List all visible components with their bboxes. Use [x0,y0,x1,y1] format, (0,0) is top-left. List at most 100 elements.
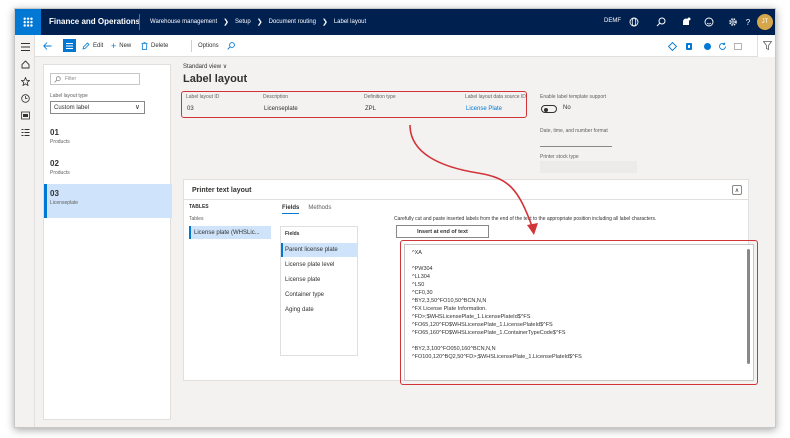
tab-methods[interactable]: Methods [308,205,331,214]
field-item[interactable]: Parent license plate [281,243,357,257]
new-button[interactable]: + New [111,40,131,52]
search-icon[interactable] [655,16,667,28]
company-picker[interactable]: DEMF [604,18,621,24]
pencil-icon [82,42,90,50]
refresh-icon[interactable] [718,40,727,52]
layout-type-value: Custom label [54,104,90,111]
action-bar: Edit + New Delete Options [35,35,775,57]
page-title: Label layout [183,73,248,85]
tab-fields[interactable]: Fields [282,205,300,214]
new-label: New [119,43,132,49]
office-icon[interactable] [685,40,693,52]
list-item[interactable]: 01 Products [44,123,172,153]
app-title[interactable]: Finance and Operations [49,17,140,26]
delete-button[interactable]: Delete [141,40,168,52]
list-item[interactable]: 02 Products [44,154,172,184]
search-icon[interactable] [227,40,235,52]
datasource-link[interactable]: License Plate [464,103,524,114]
modules-icon[interactable] [19,126,31,138]
delete-label: Delete [151,43,169,49]
layout-id-field[interactable]: 03 [185,103,245,114]
help-icon[interactable]: ? [742,16,754,28]
field-item[interactable]: Container type [281,288,357,302]
funnel-icon [763,41,772,50]
record-list-pane: Filter Label layout type Custom label ∨ … [43,64,172,420]
home-icon[interactable] [19,58,31,70]
fields-methods-tabs: Fields Methods [282,205,331,214]
actionbar-divider [191,40,192,52]
field-item[interactable]: License plate level [281,258,357,272]
tables-column-header[interactable]: Tables [189,216,271,222]
definition-type-label: Definition type [364,94,396,100]
edit-button[interactable]: Edit [82,40,103,52]
app-launcher-button[interactable] [15,9,41,35]
office-link-icon[interactable] [668,40,677,52]
breadcrumb-item[interactable]: Setup [235,19,251,25]
description-field[interactable]: Licenseplate [262,103,350,114]
globe-icon[interactable] [628,16,640,28]
filter-placeholder: Filter [65,76,77,82]
top-bar: Finance and Operations Warehouse managem… [15,9,775,35]
fields-header: Fields [285,231,300,237]
layout-type-select[interactable]: Custom label ∨ [50,101,145,114]
insert-at-end-button[interactable]: Insert at end of text [396,225,489,238]
list-item-desc: Products [50,139,70,145]
nav-rail [15,35,35,427]
list-item-id: 01 [50,128,59,137]
section-title: Printer text layout [192,187,252,194]
stock-type-field[interactable] [540,161,637,173]
topbar-divider [139,14,140,30]
star-icon[interactable] [19,75,31,87]
list-view-button[interactable] [63,39,76,52]
avatar[interactable]: JT [757,14,773,30]
open-new-window-icon[interactable] [734,40,743,52]
date-format-label: Date, time, and number format [540,128,608,134]
chevron-right-icon: ❯ [321,19,328,26]
smiley-icon[interactable] [703,16,715,28]
edit-label: Edit [93,43,104,49]
search-icon [54,76,61,83]
list-item-desc: Licenseplate [50,200,79,206]
filter-pane-toggle[interactable] [757,35,775,57]
breadcrumb-item[interactable]: Document routing [269,19,316,25]
back-icon[interactable] [43,40,52,52]
section-divider [184,199,748,200]
view-selector[interactable]: Standard view ∨ [183,63,227,70]
datasource-label: Label layout data source ID [465,94,526,100]
date-format-field[interactable] [540,146,612,147]
options-tab[interactable]: Options [198,40,219,52]
tables-row[interactable]: License plate (WHSLic... [189,226,271,239]
chevron-right-icon: ❯ [256,19,263,26]
filter-input[interactable]: Filter [50,73,140,85]
layout-type-label: Label layout type [50,93,88,99]
tables-header: TABLES [189,204,209,210]
breadcrumb-item[interactable]: Warehouse management [150,19,217,25]
list-item-id: 02 [50,159,59,168]
field-item[interactable]: License plate [281,273,357,287]
breadcrumb: Warehouse management ❯ Setup ❯ Document … [150,18,366,26]
gear-icon[interactable] [727,16,739,28]
collapse-button[interactable]: ∧ [732,185,742,195]
fields-list: Fields Parent license plate License plat… [280,226,358,356]
list-icon [66,42,73,49]
chevron-right-icon: ❯ [223,19,230,26]
stock-type-label: Printer stock type [540,154,579,160]
breadcrumb-item[interactable]: Label layout [334,19,366,25]
waffle-icon [23,17,33,27]
workspace-icon[interactable] [19,109,31,121]
layout-id-label: Label layout ID [186,94,220,100]
definition-type-field[interactable]: ZPL [363,103,451,114]
list-item[interactable]: 03 Licenseplate [44,184,172,218]
instructions-text: Carefully cut and paste inserted labels … [394,216,657,222]
notification-icon[interactable] [680,16,692,28]
field-item[interactable]: Aging date [281,303,357,317]
clock-icon[interactable] [19,92,31,104]
attachment-icon[interactable] [703,40,712,52]
trash-icon [141,42,148,50]
chevron-down-icon: ∨ [134,104,140,111]
plus-icon: + [111,41,117,51]
main-content: Standard view ∨ Label layout Label layou… [178,57,758,427]
hamburger-icon[interactable] [19,41,31,53]
highlight-box [400,240,758,385]
enable-template-toggle[interactable] [541,105,557,113]
